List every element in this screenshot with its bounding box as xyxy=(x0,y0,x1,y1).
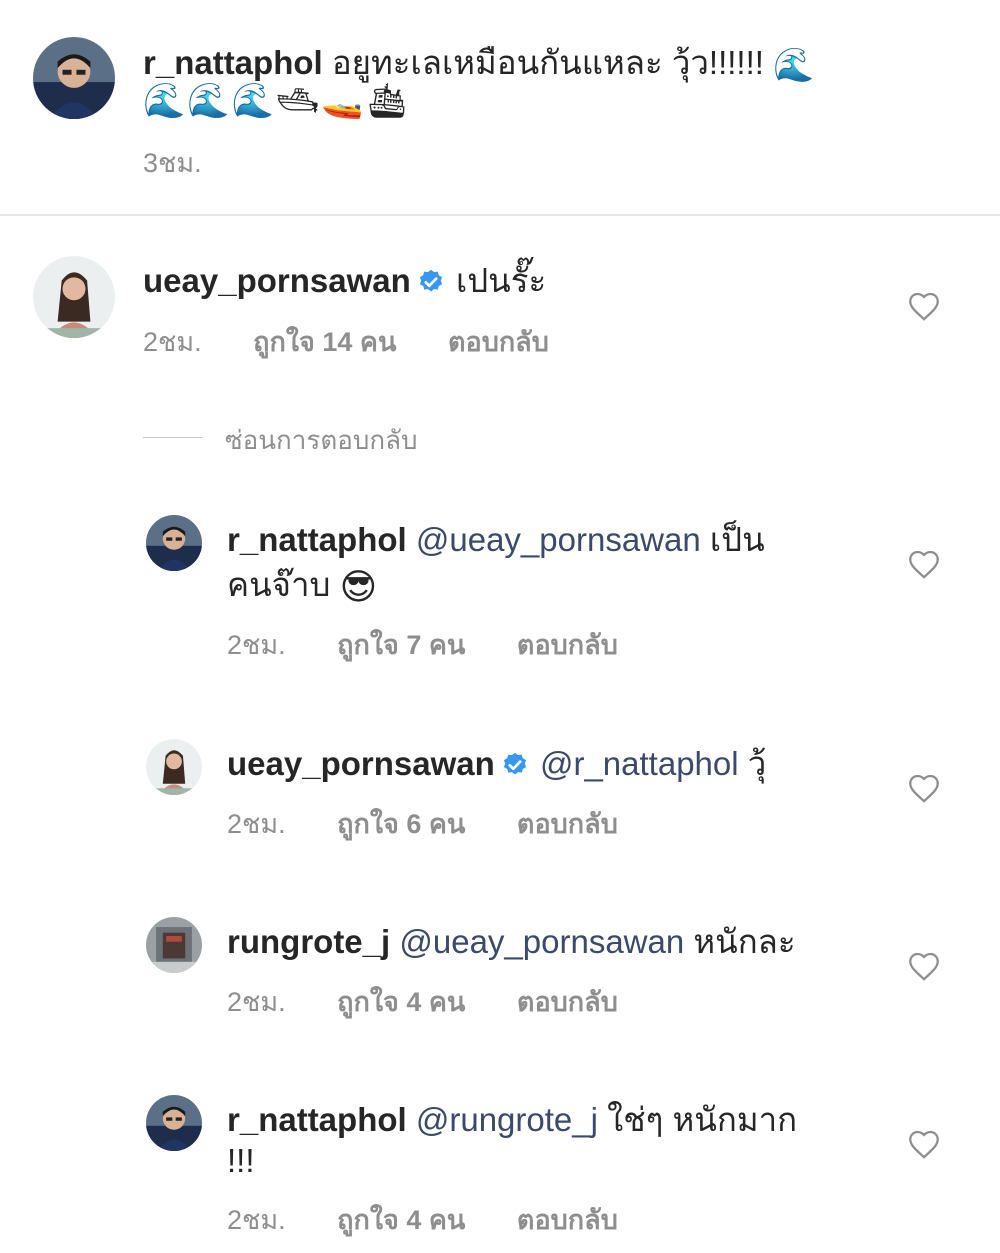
reply-username[interactable]: r_nattaphol xyxy=(227,521,407,558)
mention-link[interactable]: @r_nattaphol xyxy=(540,745,739,782)
reply-username[interactable]: r_nattaphol xyxy=(227,1101,407,1138)
reply-likes[interactable]: ถูกใจ 4 คน xyxy=(337,1205,465,1235)
comment-meta: 2ชม. ถูกใจ 14 คน ตอบกลับ xyxy=(143,325,593,359)
reply-meta: 2ชม. ถูกใจ 4 คน ตอบกลับ xyxy=(227,1203,662,1237)
reply-button[interactable]: ตอบกลับ xyxy=(517,1205,618,1235)
hide-replies-button[interactable]: ซ่อนการตอบกลับ xyxy=(225,420,418,461)
comment-time: 2ชม. xyxy=(143,327,202,357)
reply-button[interactable]: ตอบกลับ xyxy=(517,630,618,660)
reply-button[interactable]: ตอบกลับ xyxy=(517,809,618,839)
reply-time: 2ชม. xyxy=(227,987,286,1017)
sunglasses-emoji-icon: 😎 xyxy=(339,566,378,608)
avatar[interactable] xyxy=(146,1095,202,1151)
hide-replies-line xyxy=(143,437,203,438)
mention-link[interactable]: @ueay_pornsawan xyxy=(416,521,701,558)
reply-time: 2ชม. xyxy=(227,1205,286,1235)
avatar[interactable] xyxy=(33,256,115,338)
reply-text: r_nattaphol @rungrote_j ใช่ๆ หนักมาก xyxy=(227,1097,867,1143)
avatar[interactable] xyxy=(146,917,202,973)
reply-text: r_nattaphol @ueay_pornsawan เป็น xyxy=(227,517,847,563)
reply-likes[interactable]: ถูกใจ 4 คน xyxy=(337,987,465,1017)
comment-username[interactable]: ueay_pornsawan xyxy=(143,262,411,299)
heart-outline-icon[interactable] xyxy=(907,1128,941,1160)
mention-link[interactable]: @ueay_pornsawan xyxy=(399,923,684,960)
reply-username[interactable]: ueay_pornsawan xyxy=(227,745,495,782)
heart-outline-icon[interactable] xyxy=(907,290,941,322)
verified-badge-icon xyxy=(417,268,445,296)
verified-badge-icon xyxy=(501,751,529,779)
divider xyxy=(0,214,1000,216)
comment-text: ueay_pornsawan เปนรั๊ะ xyxy=(143,258,863,304)
reply-meta: 2ชม. ถูกใจ 6 คน ตอบกลับ xyxy=(227,807,662,841)
reply-text-line2: !!! xyxy=(227,1142,255,1179)
reply-button[interactable]: ตอบกลับ xyxy=(517,987,618,1017)
heart-outline-icon[interactable] xyxy=(907,772,941,804)
reply-body: ใช่ๆ หนักมาก xyxy=(607,1101,798,1138)
comment-body: เปนรั๊ะ xyxy=(455,262,547,299)
reply-time: 2ชม. xyxy=(227,809,286,839)
reply-body: เป็น xyxy=(709,521,765,558)
avatar[interactable] xyxy=(33,37,115,119)
reply-likes[interactable]: ถูกใจ 7 คน xyxy=(337,630,465,660)
caption-emoji-line: 🌊🌊🌊🛥🚤🛳 xyxy=(143,82,411,120)
caption-body: อยูทะเลเหมือนกันแหละ วุ้ว!!!!!! xyxy=(331,44,764,81)
avatar[interactable] xyxy=(146,515,202,571)
reply-button[interactable]: ตอบกลับ xyxy=(448,327,549,357)
reply-meta: 2ชม. ถูกใจ 4 คน ตอบกลับ xyxy=(227,985,662,1019)
reply-meta: 2ชม. ถูกใจ 7 คน ตอบกลับ xyxy=(227,628,662,662)
avatar[interactable] xyxy=(146,739,202,795)
heart-outline-icon[interactable] xyxy=(907,548,941,580)
reply-body: หนักละ xyxy=(693,923,796,960)
mention-link[interactable]: @rungrote_j xyxy=(416,1101,598,1138)
reply-body-cont: คนจ๊าบ xyxy=(227,566,331,603)
wave-emoji-icon: 🌊 xyxy=(773,46,815,84)
caption-time: 3ชม. xyxy=(143,148,202,178)
caption-username[interactable]: r_nattaphol xyxy=(143,44,323,81)
heart-outline-icon[interactable] xyxy=(907,950,941,982)
reply-body: วุ้ xyxy=(747,745,767,782)
reply-text: ueay_pornsawan @r_nattaphol วุ้ xyxy=(227,741,867,787)
reply-likes[interactable]: ถูกใจ 6 คน xyxy=(337,809,465,839)
reply-text: rungrote_j @ueay_pornsawan หนักละ xyxy=(227,919,867,965)
comment-likes[interactable]: ถูกใจ 14 คน xyxy=(253,327,396,357)
reply-username[interactable]: rungrote_j xyxy=(227,923,390,960)
reply-time: 2ชม. xyxy=(227,630,286,660)
reply-text-line2: คนจ๊าบ 😎 xyxy=(227,562,377,610)
